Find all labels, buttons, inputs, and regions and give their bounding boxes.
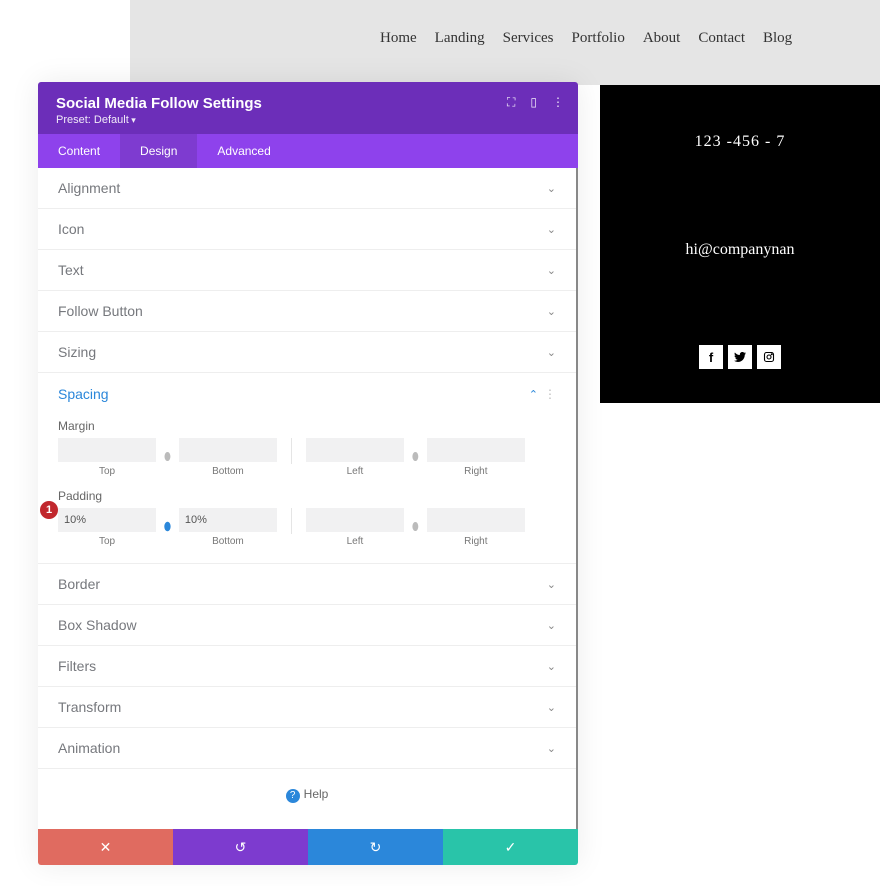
link-icon[interactable]: ⬮: [410, 521, 421, 534]
settings-panel: Social Media Follow Settings Preset: Def…: [38, 82, 578, 865]
chevron-down-icon: ⌄: [547, 305, 556, 318]
device-icon[interactable]: ▯: [530, 95, 537, 110]
divider: [291, 438, 292, 464]
accordion-text[interactable]: Text⌄: [38, 250, 576, 290]
chevron-down-icon: ⌄: [547, 578, 556, 591]
redo-button[interactable]: ↻: [308, 829, 443, 865]
facebook-icon[interactable]: f: [699, 345, 723, 369]
nav-portfolio[interactable]: Portfolio: [572, 30, 625, 47]
nav-home[interactable]: Home: [380, 30, 417, 47]
chevron-down-icon: ⌄: [547, 619, 556, 632]
panel-body[interactable]: Alignment⌄ Icon⌄ Text⌄ Follow Button⌄ Si…: [38, 168, 578, 829]
link-icon[interactable]: ⬮: [410, 451, 421, 464]
nav-blog[interactable]: Blog: [763, 30, 792, 47]
margin-label: Margin: [58, 419, 556, 433]
chevron-down-icon: ⌄: [547, 346, 556, 359]
accordion-box-shadow[interactable]: Box Shadow⌄: [38, 605, 576, 645]
save-button[interactable]: ✓: [443, 829, 578, 865]
accordion-follow-button[interactable]: Follow Button⌄: [38, 291, 576, 331]
chevron-down-icon: ⌄: [547, 264, 556, 277]
instagram-icon[interactable]: [757, 345, 781, 369]
preset-dropdown[interactable]: Preset: Default: [56, 114, 560, 126]
help-link[interactable]: ?Help: [38, 769, 576, 829]
tab-content[interactable]: Content: [38, 134, 120, 168]
accordion-transform[interactable]: Transform⌄: [38, 687, 576, 727]
link-icon[interactable]: ⬮: [162, 521, 173, 534]
margin-left-input[interactable]: [306, 438, 404, 462]
twitter-icon[interactable]: [728, 345, 752, 369]
main-nav: Home Landing Services Portfolio About Co…: [380, 30, 792, 47]
spacing-content: Margin Top ⬮ Bottom Left ⬮ Right Paddi: [38, 419, 576, 563]
link-icon[interactable]: ⬮: [162, 451, 173, 464]
accordion-sizing[interactable]: Sizing⌄: [38, 332, 576, 372]
chevron-down-icon: ⌄: [547, 182, 556, 195]
chevron-down-icon: ⌄: [547, 742, 556, 755]
page-footer: 123 -456 - 7 hi@companynan f: [600, 85, 880, 403]
chevron-down-icon: ⌄: [547, 701, 556, 714]
margin-top-input[interactable]: [58, 438, 156, 462]
social-icons: f: [600, 345, 880, 369]
accordion-icon[interactable]: Icon⌄: [38, 209, 576, 249]
footer-phone: 123 -456 - 7: [600, 133, 880, 151]
accordion-animation[interactable]: Animation⌄: [38, 728, 576, 768]
accordion-spacing[interactable]: Spacing ⌃⋮: [38, 373, 576, 415]
chevron-down-icon: ⌄: [547, 660, 556, 673]
padding-label: Padding: [58, 489, 556, 503]
accordion-filters[interactable]: Filters⌄: [38, 646, 576, 686]
help-icon: ?: [286, 789, 300, 803]
cancel-button[interactable]: ✕: [38, 829, 173, 865]
accordion-alignment[interactable]: Alignment⌄: [38, 168, 576, 208]
tab-advanced[interactable]: Advanced: [197, 134, 290, 168]
padding-left-input[interactable]: [306, 508, 404, 532]
footer-email: hi@companynan: [600, 241, 880, 259]
panel-header: Social Media Follow Settings Preset: Def…: [38, 82, 578, 134]
accordion-border[interactable]: Border⌄: [38, 564, 576, 604]
divider: [291, 508, 292, 534]
padding-right-input[interactable]: [427, 508, 525, 532]
panel-tabs: Content Design Advanced: [38, 134, 578, 168]
margin-right-input[interactable]: [427, 438, 525, 462]
action-bar: ✕ ↺ ↻ ✓: [38, 829, 578, 865]
expand-icon[interactable]: ⛶: [507, 95, 515, 110]
tab-design[interactable]: Design: [120, 134, 197, 168]
padding-bottom-input[interactable]: [179, 508, 277, 532]
nav-landing[interactable]: Landing: [435, 30, 485, 47]
chevron-down-icon: ⌄: [547, 223, 556, 236]
undo-button[interactable]: ↺: [173, 829, 308, 865]
margin-bottom-input[interactable]: [179, 438, 277, 462]
nav-about[interactable]: About: [643, 30, 681, 47]
chevron-up-icon: ⌃: [529, 389, 538, 401]
annotation-badge: 1: [40, 501, 58, 519]
nav-contact[interactable]: Contact: [698, 30, 745, 47]
menu-icon[interactable]: ⋮: [552, 95, 564, 110]
panel-title: Social Media Follow Settings: [56, 95, 560, 112]
nav-services[interactable]: Services: [503, 30, 554, 47]
padding-top-input[interactable]: [58, 508, 156, 532]
options-icon[interactable]: ⋮: [544, 387, 556, 401]
